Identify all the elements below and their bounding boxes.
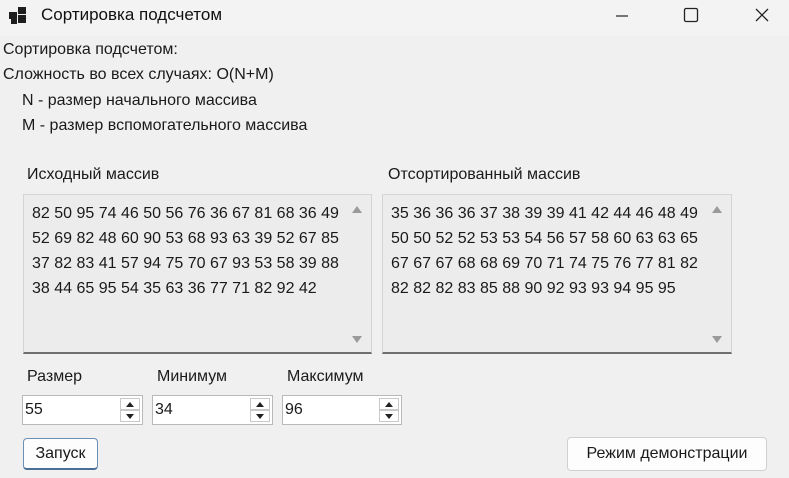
max-decrement-button[interactable] (379, 410, 399, 422)
source-array-text: 82 50 95 74 46 50 56 76 36 67 81 68 36 4… (32, 205, 339, 297)
arrow-down-icon (384, 407, 394, 425)
arrow-down-icon (255, 407, 265, 425)
min-decrement-button[interactable] (250, 410, 270, 422)
algorithm-title: Сортировка подсчетом: (3, 41, 178, 58)
max-input[interactable] (283, 396, 373, 424)
m-description: M - размер вспомогательного массива (22, 117, 308, 134)
size-stepper (22, 395, 143, 425)
size-decrement-button[interactable] (120, 410, 140, 422)
scroll-up-icon[interactable] (711, 205, 723, 215)
min-stepper (152, 395, 273, 425)
minimize-button[interactable] (597, 0, 647, 30)
min-input[interactable] (153, 396, 243, 424)
app-windows-icon (9, 7, 29, 25)
demo-mode-button[interactable]: Режим демонстрации (567, 437, 767, 471)
min-label: Минимум (157, 368, 228, 385)
sorted-array-textbox[interactable]: 35 36 36 36 37 38 39 39 41 42 44 46 48 4… (382, 194, 732, 354)
title-bar: Сортировка подсчетом (0, 0, 789, 36)
max-stepper (282, 395, 402, 425)
source-array-textbox[interactable]: 82 50 95 74 46 50 56 76 36 67 81 68 36 4… (23, 194, 372, 354)
size-input[interactable] (23, 396, 113, 424)
minimize-icon (615, 8, 629, 22)
scroll-down-icon[interactable] (351, 334, 363, 344)
sorted-array-label: Отсортированный массив (388, 166, 581, 183)
complexity-text: Сложность во всех случаях: O(N+M) (3, 66, 274, 83)
maximize-button[interactable] (666, 0, 716, 30)
run-button[interactable]: Запуск (23, 438, 98, 470)
maximize-icon (683, 7, 699, 23)
n-description: N - размер начального массива (22, 92, 257, 109)
window-title: Сортировка подсчетом (41, 5, 223, 24)
sorted-array-text: 35 36 36 36 37 38 39 39 41 42 44 46 48 4… (391, 205, 698, 297)
source-array-label: Исходный массив (27, 166, 160, 183)
close-button[interactable] (737, 0, 787, 30)
arrow-down-icon (125, 407, 135, 425)
max-label: Максимум (287, 368, 364, 385)
scroll-up-icon[interactable] (351, 205, 363, 215)
scroll-down-icon[interactable] (711, 334, 723, 344)
size-label: Размер (27, 368, 82, 385)
close-icon (754, 7, 770, 23)
